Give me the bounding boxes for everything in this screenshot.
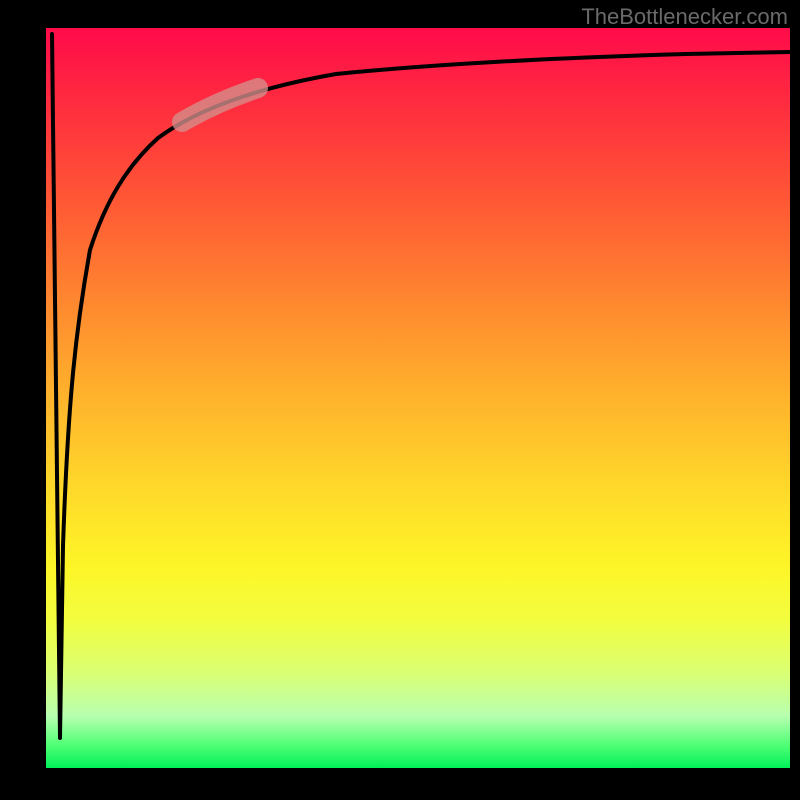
bottleneck-curve [52,34,790,738]
watermark-text: TheBottlenecker.com [581,4,788,30]
chart-frame [0,0,800,800]
chart-plot-area [46,28,790,768]
highlight-segment [182,88,258,122]
